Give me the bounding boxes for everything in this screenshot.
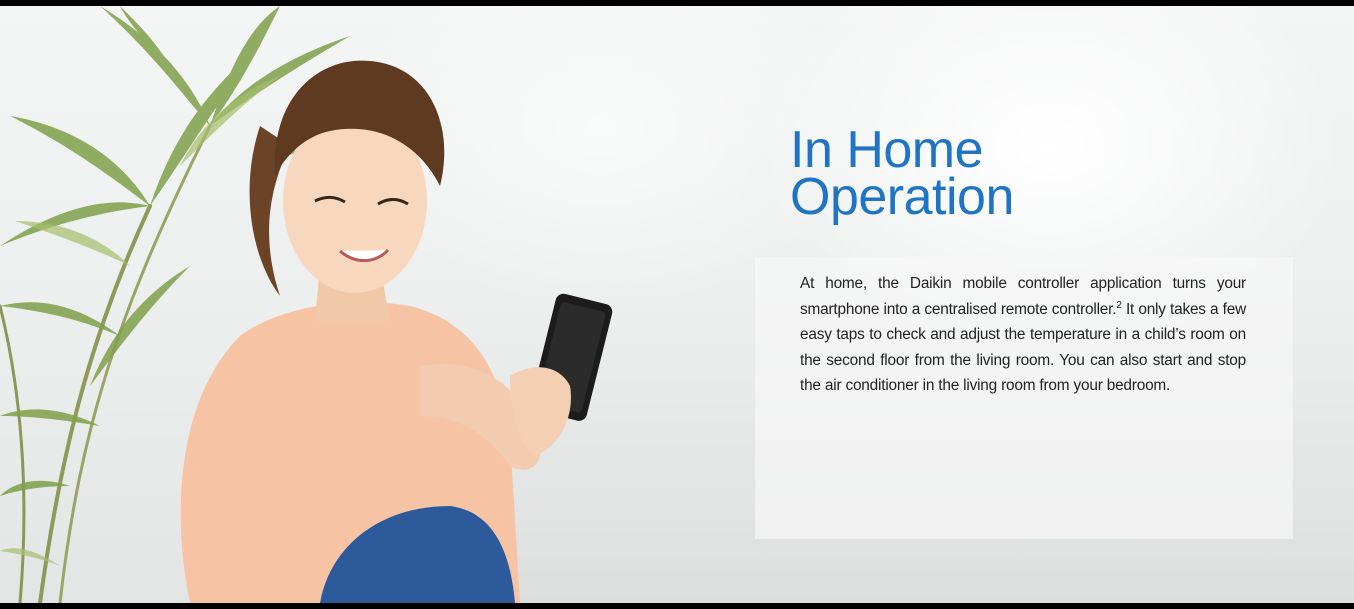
bottom-border <box>0 603 1354 609</box>
top-border <box>0 0 1354 6</box>
body-paragraph: At home, the Daikin mobile controller ap… <box>800 271 1246 399</box>
woman-with-phone-illustration <box>180 60 613 603</box>
title-line-2: Operation <box>790 168 1014 226</box>
page-title: In Home Operation <box>790 124 1310 223</box>
page: In Home Operation At home, the Daikin mo… <box>0 0 1354 609</box>
